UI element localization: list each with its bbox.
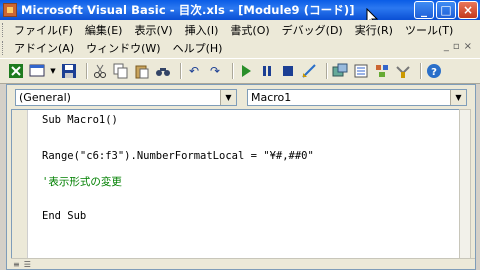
close-button[interactable]: × xyxy=(458,1,478,19)
procedure-combo[interactable]: Macro1 ▼ xyxy=(247,89,467,106)
menu-debug[interactable]: デバッグ(D) xyxy=(276,22,349,38)
maximize-button[interactable]: □ xyxy=(436,1,456,19)
redo-icon[interactable]: ↷ xyxy=(207,63,223,79)
reset-icon[interactable] xyxy=(280,63,296,79)
menu-insert[interactable]: 挿入(I) xyxy=(179,22,225,38)
toolbar-separator xyxy=(420,63,422,79)
menu-bar: ファイル(F) 編集(E) 表示(V) 挿入(I) 書式(O) デバッグ(D) … xyxy=(0,20,480,58)
find-icon[interactable] xyxy=(155,63,171,79)
excel-view-icon[interactable] xyxy=(8,63,24,79)
object-browser-icon[interactable] xyxy=(374,63,390,79)
svg-text:?: ? xyxy=(431,67,437,78)
project-explorer-icon[interactable] xyxy=(332,63,348,79)
save-icon[interactable] xyxy=(61,63,77,79)
toolbar-separator xyxy=(86,63,88,79)
chevron-down-icon[interactable]: ▼ xyxy=(220,90,236,105)
full-module-view-icon[interactable]: ☰ xyxy=(24,260,31,269)
title-bar: Microsoft Visual Basic - 目次.xls - [Modul… xyxy=(0,0,480,20)
menu-view[interactable]: 表示(V) xyxy=(128,22,178,38)
view-toggle-bar: ≡ ☰ xyxy=(11,258,475,269)
help-icon[interactable]: ? xyxy=(426,63,442,79)
chevron-down-icon[interactable]: ▼ xyxy=(450,90,466,105)
insert-dropdown-icon[interactable]: ▼ xyxy=(50,63,56,79)
mdi-restore-button[interactable]: ▫ xyxy=(453,41,460,52)
copy-icon[interactable] xyxy=(113,63,129,79)
run-icon[interactable] xyxy=(238,63,254,79)
menu-run[interactable]: 実行(R) xyxy=(349,22,399,38)
object-combo[interactable]: (General) ▼ xyxy=(15,89,237,106)
mdi-close-button[interactable]: × xyxy=(464,41,472,52)
code-comment-line[interactable]: '表示形式の変更 xyxy=(42,174,122,189)
properties-icon[interactable] xyxy=(353,63,369,79)
window-controls: _ □ × xyxy=(414,1,478,19)
menu-grip-2[interactable] xyxy=(2,41,6,55)
vertical-scrollbar[interactable] xyxy=(459,109,471,261)
mdi-controls: _ ▫ × xyxy=(444,41,472,52)
menu-row-1: ファイル(F) 編集(E) 表示(V) 挿入(I) 書式(O) デバッグ(D) … xyxy=(8,21,459,39)
menu-row-2: アドイン(A) ウィンドウ(W) ヘルプ(H) xyxy=(8,39,228,57)
code-window: (General) ▼ Macro1 ▼ Sub Macro1() Range(… xyxy=(6,84,476,270)
toolbar-separator xyxy=(232,63,234,79)
design-mode-icon[interactable] xyxy=(301,63,317,79)
paste-icon[interactable] xyxy=(134,63,150,79)
undo-icon[interactable]: ↶ xyxy=(186,63,202,79)
insert-module-icon[interactable] xyxy=(29,63,45,79)
menu-tools[interactable]: ツール(T) xyxy=(399,22,459,38)
mdi-minimize-button[interactable]: _ xyxy=(444,41,449,52)
toolbox-icon[interactable] xyxy=(395,63,411,79)
standard-toolbar: ▼ ↶ ↷ ? xyxy=(0,58,480,84)
menu-addins[interactable]: アドイン(A) xyxy=(8,40,80,56)
vbe-app-icon[interactable] xyxy=(3,3,17,17)
menu-edit[interactable]: 編集(E) xyxy=(79,22,129,38)
menu-file[interactable]: ファイル(F) xyxy=(8,22,79,38)
cut-icon[interactable] xyxy=(92,63,108,79)
menu-format[interactable]: 書式(O) xyxy=(224,22,275,38)
code-line[interactable]: End Sub xyxy=(42,210,86,222)
break-icon[interactable] xyxy=(259,63,275,79)
toolbar-separator xyxy=(326,63,328,79)
window-title: Microsoft Visual Basic - 目次.xls - [Modul… xyxy=(21,3,355,17)
code-line[interactable]: Sub Macro1() xyxy=(42,114,118,126)
toolbar-separator xyxy=(180,63,182,79)
margin-indicator-bar[interactable] xyxy=(12,110,28,260)
procedure-combo-value: Macro1 xyxy=(251,91,292,104)
menu-grip[interactable] xyxy=(2,23,6,37)
menu-window[interactable]: ウィンドウ(W) xyxy=(80,40,166,56)
minimize-button[interactable]: _ xyxy=(414,1,434,19)
code-editor[interactable]: Sub Macro1() Range("c6:f3").NumberFormat… xyxy=(11,109,461,261)
procedure-view-icon[interactable]: ≡ xyxy=(13,260,20,269)
object-combo-value: (General) xyxy=(19,91,71,104)
menu-help[interactable]: ヘルプ(H) xyxy=(167,40,229,56)
code-line[interactable]: Range("c6:f3").NumberFormatLocal = "¥#,#… xyxy=(42,150,314,162)
